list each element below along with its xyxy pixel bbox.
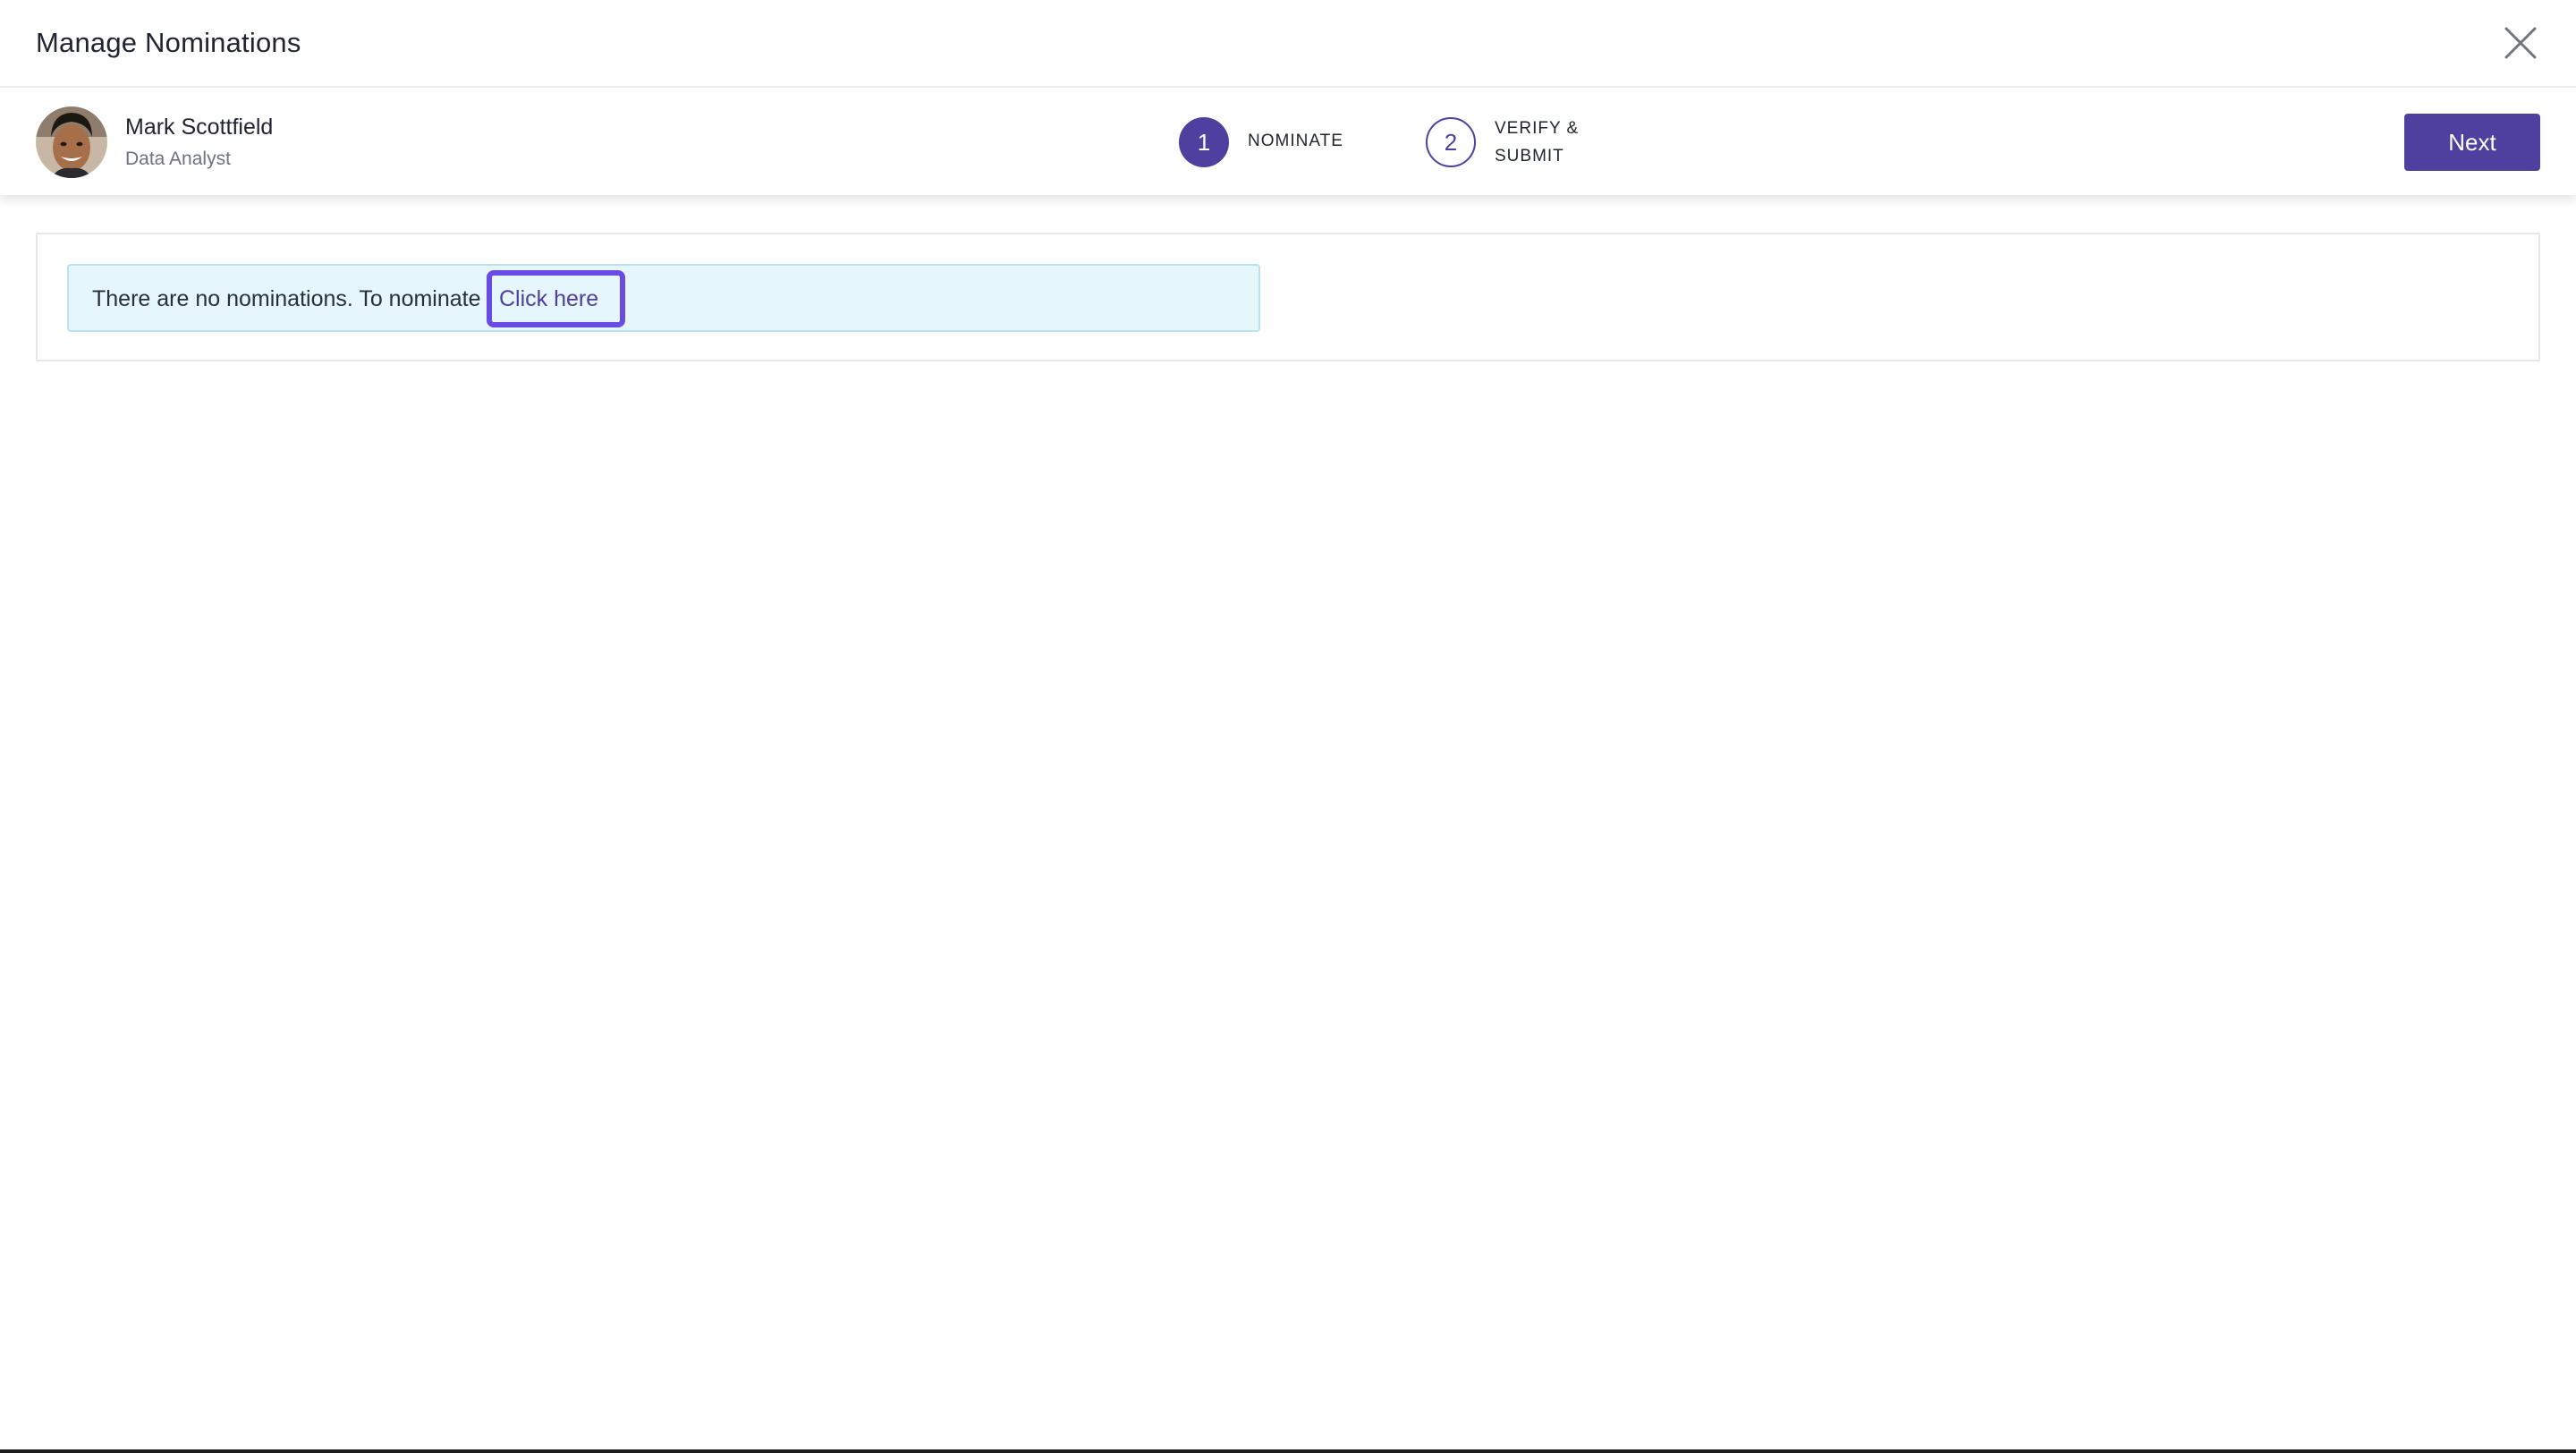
- profile-role: Data Analyst: [125, 149, 231, 169]
- step-2-label[interactable]: VERIFY & SUBMIT: [1495, 115, 1593, 170]
- user-avatar-icon: [36, 106, 107, 178]
- avatar: [36, 106, 107, 178]
- alert-message: There are no nominations. To nominate: [92, 286, 481, 311]
- step-1-label[interactable]: NOMINATE: [1248, 128, 1343, 155]
- close-icon: [2504, 27, 2537, 59]
- nominate-link[interactable]: Click here: [487, 270, 626, 327]
- profile-name: Mark Scottfield: [125, 115, 274, 140]
- empty-nominations-alert: There are no nominations. To nominate Cl…: [67, 264, 1260, 332]
- close-button[interactable]: [2504, 27, 2537, 59]
- nomination-header: Mark Scottfield Data Analyst 1 NOMINATE …: [0, 89, 2576, 195]
- next-button[interactable]: Next: [2404, 114, 2540, 171]
- nominations-panel: There are no nominations. To nominate Cl…: [36, 233, 2540, 361]
- step-1-indicator[interactable]: 1: [1179, 117, 1229, 167]
- manage-nominations-dialog: Manage Nominations Mark Scottfield Data …: [0, 0, 2576, 1453]
- dialog-title: Manage Nominations: [36, 27, 301, 58]
- dialog-titlebar: Manage Nominations: [0, 0, 2576, 88]
- step-2-indicator[interactable]: 2: [1426, 117, 1476, 167]
